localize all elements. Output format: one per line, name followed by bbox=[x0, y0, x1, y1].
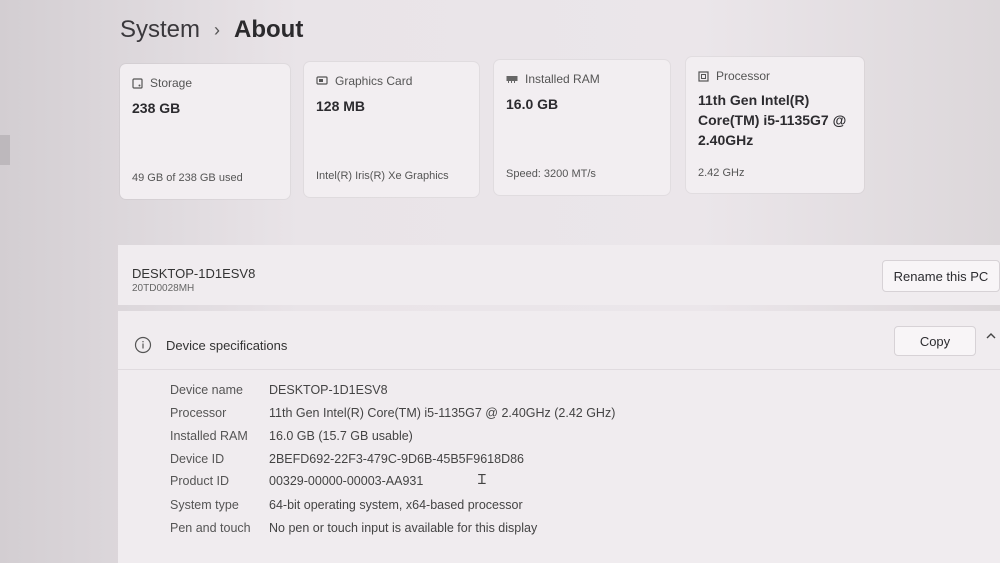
spec-value: No pen or touch input is available for t… bbox=[269, 521, 538, 535]
ram-card: Installed RAM 16.0 GB Speed: 3200 MT/s bbox=[494, 60, 670, 195]
spec-label: Installed RAM bbox=[170, 429, 248, 443]
ram-title: Installed RAM bbox=[525, 72, 600, 86]
graphics-card-icon bbox=[316, 76, 328, 86]
processor-card: Processor 11th Gen Intel(R) Core(TM) i5-… bbox=[686, 57, 864, 193]
storage-value: 238 GB bbox=[132, 100, 181, 116]
processor-value-line: 11th Gen Intel(R) bbox=[698, 92, 810, 108]
spec-value: 16.0 GB (15.7 GB usable) bbox=[269, 429, 413, 443]
spec-label: Pen and touch bbox=[170, 521, 251, 535]
spec-value: 00329-00000-00003-AA931 bbox=[269, 474, 424, 488]
graphics-card-value: 128 MB bbox=[316, 98, 366, 114]
chevron-up-icon[interactable] bbox=[984, 329, 998, 348]
rename-pc-button[interactable]: Rename this PC bbox=[882, 260, 1000, 292]
ram-icon bbox=[506, 75, 518, 83]
device-specs-header[interactable]: Device specifications bbox=[134, 336, 287, 354]
spec-label: System type bbox=[170, 498, 239, 512]
graphics-card-card: Graphics Card 128 MB Intel(R) Iris(R) Xe… bbox=[304, 62, 479, 197]
breadcrumb: System › About bbox=[120, 16, 303, 44]
ram-value: 16.0 GB bbox=[506, 96, 559, 112]
storage-usage: 49 GB of 238 GB used bbox=[132, 172, 243, 184]
breadcrumb-separator: › bbox=[214, 19, 221, 40]
spec-label: Device ID bbox=[170, 452, 225, 466]
spec-value: 11th Gen Intel(R) Core(TM) i5-1135G7 @ 2… bbox=[269, 406, 616, 420]
spec-label: Processor bbox=[170, 406, 227, 420]
storage-title: Storage bbox=[150, 76, 193, 90]
pc-model: 20TD0028MH bbox=[132, 283, 195, 294]
page-title: About bbox=[234, 16, 304, 43]
pc-name: DESKTOP-1D1ESV8 bbox=[132, 266, 256, 281]
spec-value: 2BEFD692-22F3-479C-9D6B-45B5F9618D86 bbox=[269, 452, 525, 466]
breadcrumb-system[interactable]: System bbox=[120, 16, 200, 44]
device-specs-title: Device specifications bbox=[166, 337, 288, 353]
processor-value-line: 2.40GHz bbox=[698, 132, 754, 148]
divider bbox=[118, 369, 1000, 370]
graphics-card-title: Graphics Card bbox=[335, 74, 413, 88]
graphics-card-name: Intel(R) Iris(R) Xe Graphics bbox=[316, 170, 449, 182]
processor-speed: 2.42 GHz bbox=[698, 167, 745, 179]
spec-value: DESKTOP-1D1ESV8 bbox=[269, 383, 388, 397]
processor-icon bbox=[698, 70, 709, 82]
text-cursor-icon: Ɪ bbox=[478, 471, 486, 487]
window-edge bbox=[0, 135, 10, 165]
ram-speed: Speed: 3200 MT/s bbox=[506, 168, 596, 180]
storage-icon bbox=[132, 77, 143, 89]
spec-label: Device name bbox=[170, 383, 243, 397]
processor-title: Processor bbox=[716, 69, 771, 83]
copy-button[interactable]: Copy bbox=[894, 326, 976, 356]
spec-label: Product ID bbox=[170, 474, 230, 488]
processor-value-line: Core(TM) i5-1135G7 @ bbox=[698, 112, 847, 128]
storage-card: Storage 238 GB 49 GB of 238 GB used bbox=[120, 64, 290, 199]
processor-value: 11th Gen Intel(R) Core(TM) i5-1135G7 @ 2… bbox=[698, 90, 846, 150]
spec-value: 64-bit operating system, x64-based proce… bbox=[269, 498, 523, 512]
info-icon bbox=[134, 336, 152, 354]
